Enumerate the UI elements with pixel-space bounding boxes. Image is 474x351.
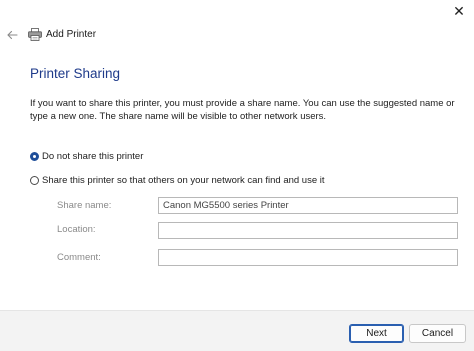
comment-field[interactable] — [158, 249, 458, 266]
back-arrow-icon — [7, 30, 18, 40]
close-button[interactable]: ✕ — [444, 0, 474, 22]
printer-icon — [28, 28, 42, 41]
share-name-label: Share name: — [57, 200, 112, 211]
close-icon: ✕ — [453, 2, 465, 19]
cancel-button[interactable]: Cancel — [409, 324, 466, 343]
location-field[interactable] — [158, 222, 458, 239]
share-name-field[interactable] — [158, 197, 458, 214]
radio-share-label: Share this printer so that others on you… — [42, 174, 325, 186]
radio-unselected-indicator[interactable] — [30, 175, 39, 185]
sharing-description: If you want to share this printer, you m… — [30, 98, 455, 122]
radio-do-not-share-label: Do not share this printer — [42, 150, 144, 162]
window-title: Add Printer — [46, 29, 97, 40]
radio-do-not-share[interactable]: Do not share this printer — [30, 149, 143, 163]
location-label: Location: — [57, 224, 96, 235]
add-printer-window: ✕ Add Printer Printer Sharing If you wan… — [0, 0, 474, 351]
back-button[interactable] — [4, 28, 20, 42]
title-bar: ✕ Add Printer — [0, 0, 474, 55]
comment-label: Comment: — [57, 252, 101, 263]
radio-share[interactable]: Share this printer so that others on you… — [30, 173, 325, 187]
page-heading: Printer Sharing — [30, 66, 121, 81]
next-button[interactable]: Next — [349, 324, 404, 343]
radio-selected-indicator[interactable] — [30, 151, 39, 161]
